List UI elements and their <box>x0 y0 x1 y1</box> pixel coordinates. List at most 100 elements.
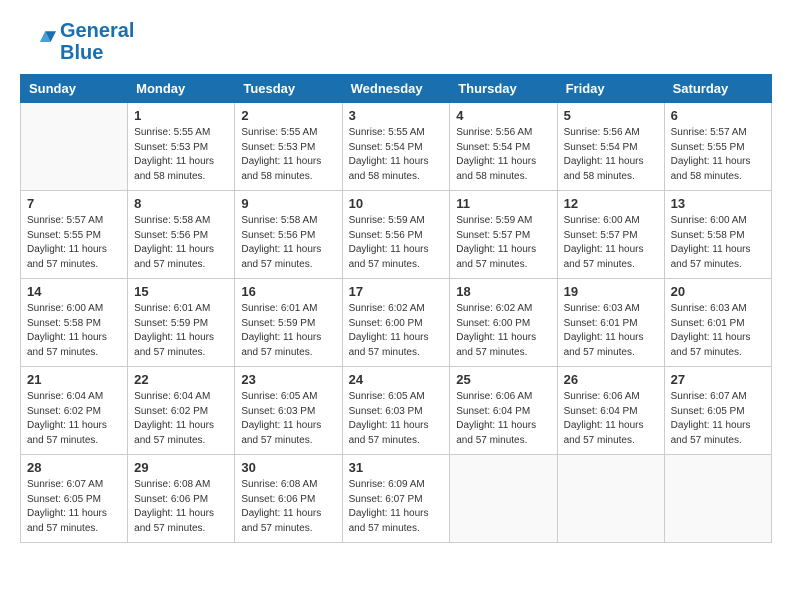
day-number: 27 <box>671 372 765 387</box>
calendar-week-row: 21Sunrise: 6:04 AM Sunset: 6:02 PM Dayli… <box>21 367 772 455</box>
day-number: 12 <box>564 196 658 211</box>
day-number: 9 <box>241 196 335 211</box>
logo-text: General Blue <box>60 20 134 64</box>
day-info: Sunrise: 6:08 AM Sunset: 6:06 PM Dayligh… <box>241 478 335 536</box>
day-info: Sunrise: 6:00 AM Sunset: 5:58 PM Dayligh… <box>27 302 121 360</box>
day-info: Sunrise: 6:08 AM Sunset: 6:06 PM Dayligh… <box>134 478 228 536</box>
calendar-cell: 26Sunrise: 6:06 AM Sunset: 6:04 PM Dayli… <box>557 367 664 455</box>
calendar-cell: 19 Sunrise: 6:03 AM Sunset: 6:01 PM Dayli… <box>557 279 664 367</box>
day-info: Sunrise: 5:57 AM Sunset: 5:55 PM Dayligh… <box>671 126 765 184</box>
day-number: 23 <box>241 372 335 387</box>
day-number: 13 <box>671 196 765 211</box>
calendar-cell: 13 Sunrise: 6:00 AM Sunset: 5:58 PM Dayli… <box>664 191 771 279</box>
day-number: 5 <box>564 108 658 123</box>
calendar-week-row: 28Sunrise: 6:07 AM Sunset: 6:05 PM Dayli… <box>21 455 772 543</box>
day-number: 24 <box>349 372 444 387</box>
day-number: 3 <box>349 108 444 123</box>
day-number: 11 <box>456 196 550 211</box>
weekday-header-wednesday: Wednesday <box>342 75 450 103</box>
weekday-header-monday: Monday <box>128 75 235 103</box>
calendar-cell <box>450 455 557 543</box>
calendar-cell: 18 Sunrise: 6:02 AM Sunset: 6:00 PM Dayli… <box>450 279 557 367</box>
calendar-cell: 2 Sunrise: 5:55 AM Sunset: 5:53 PM Daylig… <box>235 103 342 191</box>
calendar-cell: 27 Sunrise: 6:07 AM Sunset: 6:05 PM Dayli… <box>664 367 771 455</box>
day-number: 19 <box>564 284 658 299</box>
weekday-header-sunday: Sunday <box>21 75 128 103</box>
day-number: 7 <box>27 196 121 211</box>
weekday-header-row: SundayMondayTuesdayWednesdayThursdayFrid… <box>21 75 772 103</box>
page-header: General Blue <box>20 20 772 64</box>
day-number: 16 <box>241 284 335 299</box>
calendar-cell: 9 Sunrise: 5:58 AM Sunset: 5:56 PM Daylig… <box>235 191 342 279</box>
weekday-header-thursday: Thursday <box>450 75 557 103</box>
calendar-cell: 11 Sunrise: 5:59 AM Sunset: 5:57 PM Dayli… <box>450 191 557 279</box>
day-number: 6 <box>671 108 765 123</box>
day-number: 28 <box>27 460 121 475</box>
day-info: Sunrise: 6:02 AM Sunset: 6:00 PM Dayligh… <box>456 302 550 360</box>
day-info: Sunrise: 6:06 AM Sunset: 6:04 PM Dayligh… <box>456 390 550 448</box>
day-info: Sunrise: 6:00 AM Sunset: 5:58 PM Dayligh… <box>671 214 765 272</box>
calendar-cell: 28Sunrise: 6:07 AM Sunset: 6:05 PM Dayli… <box>21 455 128 543</box>
day-info: Sunrise: 5:58 AM Sunset: 5:56 PM Dayligh… <box>241 214 335 272</box>
day-info: Sunrise: 6:03 AM Sunset: 6:01 PM Dayligh… <box>671 302 765 360</box>
calendar-week-row: 14Sunrise: 6:00 AM Sunset: 5:58 PM Dayli… <box>21 279 772 367</box>
day-info: Sunrise: 5:57 AM Sunset: 5:55 PM Dayligh… <box>27 214 121 272</box>
day-number: 10 <box>349 196 444 211</box>
calendar-cell: 31 Sunrise: 6:09 AM Sunset: 6:07 PM Dayli… <box>342 455 450 543</box>
calendar-cell: 15 Sunrise: 6:01 AM Sunset: 5:59 PM Dayli… <box>128 279 235 367</box>
calendar-cell: 4 Sunrise: 5:56 AM Sunset: 5:54 PM Daylig… <box>450 103 557 191</box>
calendar-cell: 29 Sunrise: 6:08 AM Sunset: 6:06 PM Dayli… <box>128 455 235 543</box>
day-info: Sunrise: 5:56 AM Sunset: 5:54 PM Dayligh… <box>564 126 658 184</box>
calendar-cell: 6 Sunrise: 5:57 AM Sunset: 5:55 PM Daylig… <box>664 103 771 191</box>
day-info: Sunrise: 6:05 AM Sunset: 6:03 PM Dayligh… <box>241 390 335 448</box>
day-info: Sunrise: 6:09 AM Sunset: 6:07 PM Dayligh… <box>349 478 444 536</box>
calendar-cell: 17 Sunrise: 6:02 AM Sunset: 6:00 PM Dayli… <box>342 279 450 367</box>
day-number: 1 <box>134 108 228 123</box>
day-number: 21 <box>27 372 121 387</box>
calendar-cell: 5 Sunrise: 5:56 AM Sunset: 5:54 PM Daylig… <box>557 103 664 191</box>
day-info: Sunrise: 5:55 AM Sunset: 5:54 PM Dayligh… <box>349 126 444 184</box>
logo-icon <box>20 24 56 60</box>
day-number: 18 <box>456 284 550 299</box>
day-info: Sunrise: 5:58 AM Sunset: 5:56 PM Dayligh… <box>134 214 228 272</box>
day-number: 30 <box>241 460 335 475</box>
day-info: Sunrise: 6:01 AM Sunset: 5:59 PM Dayligh… <box>134 302 228 360</box>
calendar-cell <box>664 455 771 543</box>
calendar-cell: 16 Sunrise: 6:01 AM Sunset: 5:59 PM Dayli… <box>235 279 342 367</box>
day-info: Sunrise: 6:06 AM Sunset: 6:04 PM Dayligh… <box>564 390 658 448</box>
day-info: Sunrise: 5:55 AM Sunset: 5:53 PM Dayligh… <box>241 126 335 184</box>
day-number: 4 <box>456 108 550 123</box>
calendar-cell: 23 Sunrise: 6:05 AM Sunset: 6:03 PM Dayli… <box>235 367 342 455</box>
day-number: 31 <box>349 460 444 475</box>
day-info: Sunrise: 6:05 AM Sunset: 6:03 PM Dayligh… <box>349 390 444 448</box>
day-info: Sunrise: 6:01 AM Sunset: 5:59 PM Dayligh… <box>241 302 335 360</box>
weekday-header-friday: Friday <box>557 75 664 103</box>
weekday-header-tuesday: Tuesday <box>235 75 342 103</box>
calendar-table: SundayMondayTuesdayWednesdayThursdayFrid… <box>20 74 772 543</box>
logo: General Blue <box>20 20 134 64</box>
weekday-header-saturday: Saturday <box>664 75 771 103</box>
day-info: Sunrise: 6:07 AM Sunset: 6:05 PM Dayligh… <box>671 390 765 448</box>
calendar-week-row: 7 Sunrise: 5:57 AM Sunset: 5:55 PM Daylig… <box>21 191 772 279</box>
day-number: 20 <box>671 284 765 299</box>
day-info: Sunrise: 6:02 AM Sunset: 6:00 PM Dayligh… <box>349 302 444 360</box>
calendar-cell: 14Sunrise: 6:00 AM Sunset: 5:58 PM Dayli… <box>21 279 128 367</box>
day-info: Sunrise: 6:03 AM Sunset: 6:01 PM Dayligh… <box>564 302 658 360</box>
calendar-cell <box>557 455 664 543</box>
day-number: 2 <box>241 108 335 123</box>
day-number: 15 <box>134 284 228 299</box>
day-number: 29 <box>134 460 228 475</box>
day-number: 25 <box>456 372 550 387</box>
calendar-cell: 22Sunrise: 6:04 AM Sunset: 6:02 PM Dayli… <box>128 367 235 455</box>
day-info: Sunrise: 5:59 AM Sunset: 5:57 PM Dayligh… <box>456 214 550 272</box>
calendar-cell: 10Sunrise: 5:59 AM Sunset: 5:56 PM Dayli… <box>342 191 450 279</box>
calendar-week-row: 1 Sunrise: 5:55 AM Sunset: 5:53 PM Daylig… <box>21 103 772 191</box>
calendar-cell: 24 Sunrise: 6:05 AM Sunset: 6:03 PM Dayli… <box>342 367 450 455</box>
calendar-cell: 8Sunrise: 5:58 AM Sunset: 5:56 PM Daylig… <box>128 191 235 279</box>
day-number: 17 <box>349 284 444 299</box>
day-info: Sunrise: 5:55 AM Sunset: 5:53 PM Dayligh… <box>134 126 228 184</box>
calendar-cell: 20 Sunrise: 6:03 AM Sunset: 6:01 PM Dayli… <box>664 279 771 367</box>
day-info: Sunrise: 5:56 AM Sunset: 5:54 PM Dayligh… <box>456 126 550 184</box>
day-info: Sunrise: 6:00 AM Sunset: 5:57 PM Dayligh… <box>564 214 658 272</box>
calendar-cell: 3 Sunrise: 5:55 AM Sunset: 5:54 PM Daylig… <box>342 103 450 191</box>
